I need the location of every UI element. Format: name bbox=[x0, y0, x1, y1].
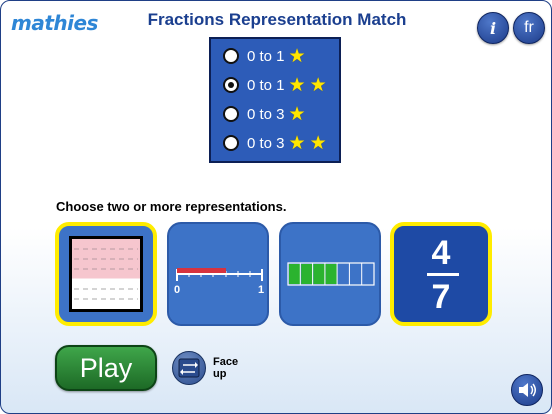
face-up-label: Face up bbox=[213, 356, 238, 380]
fraction-bar bbox=[427, 273, 459, 276]
star-icon: ★ bbox=[288, 74, 306, 96]
star-icon: ★ bbox=[288, 132, 306, 154]
face-up-label-line2: up bbox=[213, 368, 227, 380]
number-line: 0 1 bbox=[174, 268, 264, 296]
instruction-text: Choose two or more representations. bbox=[56, 199, 287, 214]
language-label: fr bbox=[524, 19, 534, 36]
number-line-end-label: 1 bbox=[258, 284, 264, 296]
star-icon: ★ bbox=[309, 132, 327, 154]
face-up-label-line1: Face bbox=[213, 356, 239, 368]
option-label: 0 to 3 bbox=[247, 105, 285, 123]
option-label: 0 to 1 bbox=[247, 47, 285, 65]
difficulty-options: 0 to 1 ★ 0 to 1 ★ ★ 0 to 3 ★ 0 to 3 ★ ★ bbox=[209, 37, 341, 163]
star-icon: ★ bbox=[288, 45, 306, 67]
radio-button[interactable] bbox=[223, 106, 239, 122]
option-label: 0 to 3 bbox=[247, 134, 285, 152]
face-up-toggle[interactable] bbox=[172, 351, 206, 385]
star-icon: ★ bbox=[288, 103, 306, 125]
option-0-to-3-one-star[interactable]: 0 to 3 ★ bbox=[223, 104, 306, 124]
fraction-strip bbox=[287, 262, 375, 286]
page-title: Fractions Representation Match bbox=[147, 10, 407, 29]
info-icon: i bbox=[489, 18, 497, 38]
info-button[interactable]: i bbox=[477, 12, 509, 44]
star-icon: ★ bbox=[309, 74, 327, 96]
symbolic-fraction-card[interactable]: 4 7 bbox=[390, 222, 492, 326]
radio-button-selected[interactable] bbox=[223, 77, 239, 93]
option-0-to-3-two-stars[interactable]: 0 to 3 ★ ★ bbox=[223, 133, 327, 153]
number-line-card[interactable]: 0 1 bbox=[167, 222, 269, 326]
option-0-to-1-one-star[interactable]: 0 to 1 ★ bbox=[223, 46, 306, 66]
option-0-to-1-two-stars[interactable]: 0 to 1 ★ ★ bbox=[223, 75, 327, 95]
area-model-card[interactable] bbox=[55, 222, 157, 326]
fraction-numerator: 4 bbox=[431, 234, 451, 272]
swap-arrows-icon bbox=[178, 358, 200, 378]
area-model bbox=[69, 236, 143, 312]
number-line-start-label: 0 bbox=[174, 284, 180, 296]
radio-button[interactable] bbox=[223, 48, 239, 64]
fraction-denominator: 7 bbox=[431, 278, 451, 316]
language-button[interactable]: fr bbox=[513, 12, 545, 44]
number-line-fill bbox=[177, 268, 226, 273]
app-window: mathies Fractions Representation Match i… bbox=[0, 0, 552, 414]
sound-button[interactable] bbox=[511, 374, 543, 406]
play-button[interactable]: Play bbox=[55, 345, 157, 391]
fraction-strip-card[interactable] bbox=[279, 222, 381, 326]
speaker-icon bbox=[519, 383, 536, 397]
option-label: 0 to 1 bbox=[247, 76, 285, 94]
radio-button[interactable] bbox=[223, 135, 239, 151]
area-partition-lines bbox=[72, 248, 140, 300]
